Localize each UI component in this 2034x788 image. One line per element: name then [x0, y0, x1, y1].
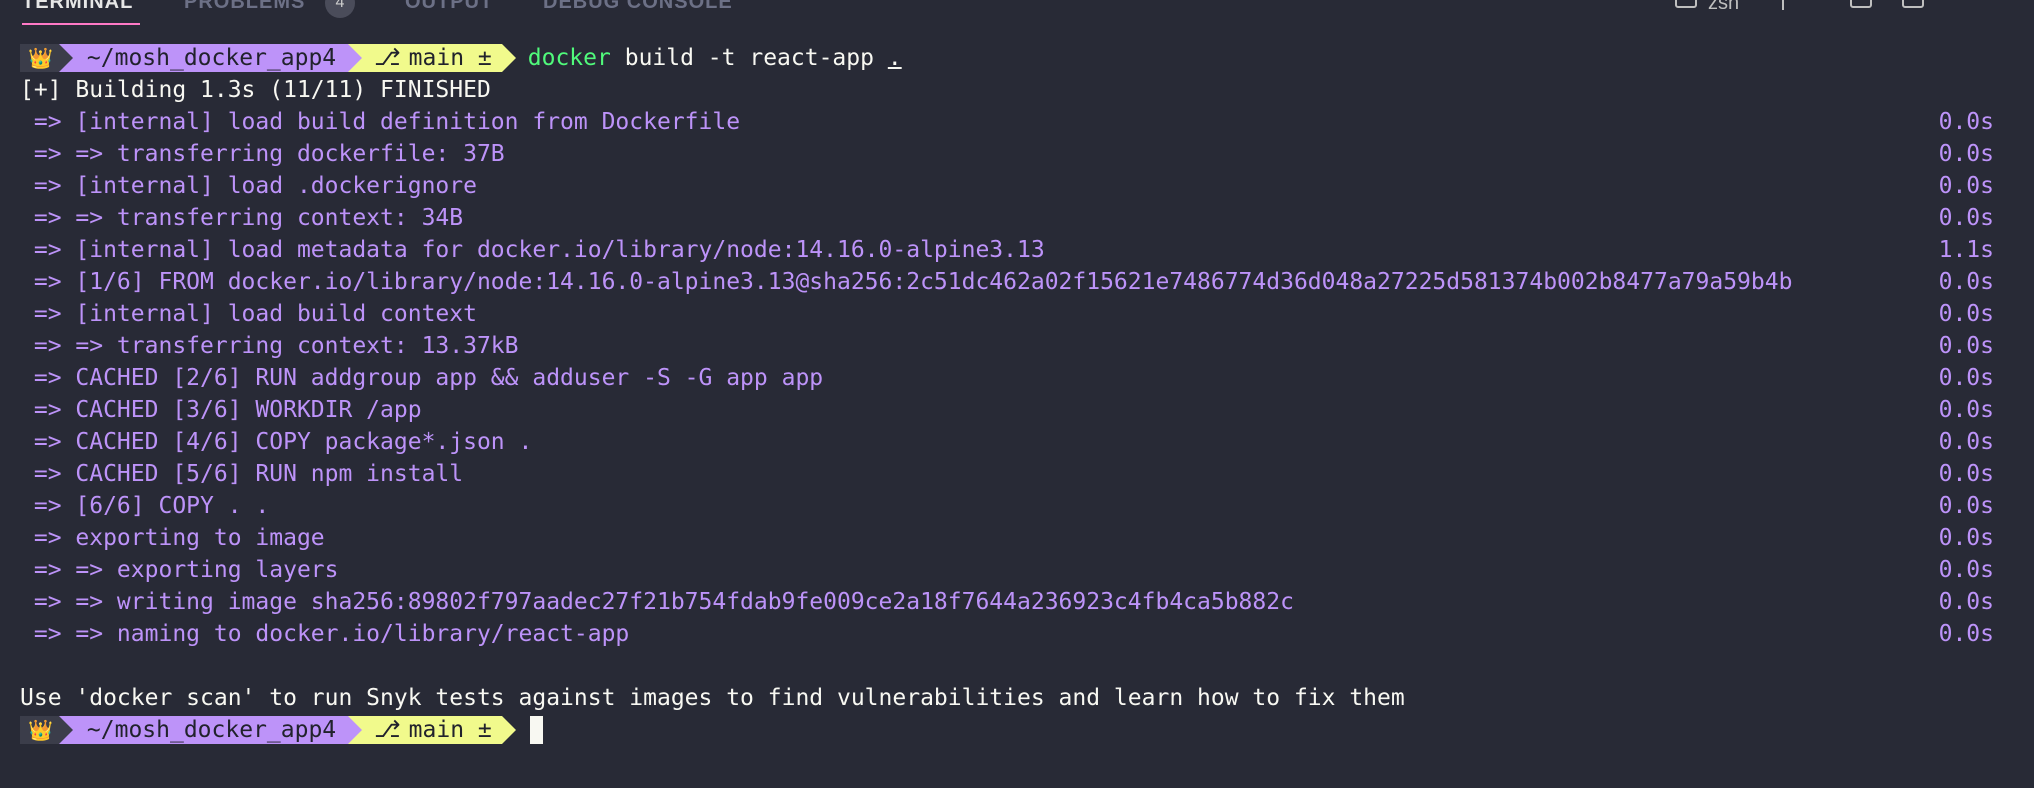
active-tab-indicator — [22, 23, 140, 25]
build-step-row: => => transferring context: 13.37kB 0.0s — [20, 330, 2014, 362]
tab-terminal[interactable]: TERMINAL — [22, 0, 133, 14]
prompt-git-segment: ⎇ main ± — [362, 44, 502, 72]
build-step-text: => [internal] load .dockerignore — [20, 173, 477, 199]
command-line: docker build -t react-app . — [528, 45, 902, 71]
build-step-row: => [internal] load metadata for docker.i… — [20, 234, 2014, 266]
prompt-separator-icon — [348, 44, 363, 72]
build-step-row: => [internal] load build context 0.0s — [20, 298, 2014, 330]
command-program: docker — [527, 45, 611, 71]
build-step-row: => => exporting layers 0.0s — [20, 554, 2014, 586]
shell-prompt: 👑 ~/mosh_docker_app4 ⎇ main ± docker bui… — [20, 42, 2014, 74]
build-step-text: => [internal] load metadata for docker.i… — [20, 237, 1045, 263]
build-step-duration: 0.0s — [1938, 333, 1994, 359]
build-step-duration: 0.0s — [1938, 109, 1994, 135]
build-step-row: => CACHED [3/6] WORKDIR /app 0.0s — [20, 394, 2014, 426]
build-step-text: => CACHED [5/6] RUN npm install — [20, 461, 464, 487]
prompt-git-segment: ⎇ main ± — [362, 716, 502, 744]
build-step-text: => => transferring dockerfile: 37B — [20, 141, 505, 167]
build-step-row: => [1/6] FROM docker.io/library/node:14.… — [20, 266, 2014, 298]
tab-debug-console[interactable]: DEBUG CONSOLE — [543, 0, 733, 14]
build-step-text: => exporting to image — [20, 525, 325, 551]
shell-prompt-current: 👑 ~/mosh_docker_app4 ⎇ main ± — [20, 714, 2014, 746]
build-step-text: => [1/6] FROM docker.io/library/node:14.… — [20, 269, 1793, 295]
kill-terminal-icon[interactable] — [1902, 0, 1924, 8]
build-step-text: => => transferring context: 34B — [20, 205, 464, 231]
build-step-row: => => transferring context: 34B 0.0s — [20, 202, 2014, 234]
prompt-path: ~/mosh_docker_app4 — [72, 716, 349, 744]
build-step-duration: 0.0s — [1938, 365, 1994, 391]
crown-icon: 👑 — [20, 716, 59, 744]
build-step-text: => [internal] load build definition from… — [20, 109, 741, 135]
build-step-row: => => writing image sha256:89802f797aade… — [20, 586, 2014, 618]
git-branch-icon: ⎇ — [374, 717, 401, 743]
build-step-duration: 0.0s — [1938, 557, 1994, 583]
build-step-duration: 0.0s — [1938, 301, 1994, 327]
build-step-row: => [internal] load build definition from… — [20, 106, 2014, 138]
build-step-row: => [internal] load .dockerignore 0.0s — [20, 170, 2014, 202]
terminal-output[interactable]: 👑 ~/mosh_docker_app4 ⎇ main ± docker bui… — [20, 42, 2014, 746]
build-step-duration: 0.0s — [1938, 173, 1994, 199]
prompt-git-branch: main ± — [408, 45, 492, 71]
build-step-text: => => naming to docker.io/library/react-… — [20, 621, 630, 647]
git-branch-icon: ⎇ — [374, 45, 401, 71]
build-step-row: => exporting to image 0.0s — [20, 522, 2014, 554]
build-step-text: => => writing image sha256:89802f797aade… — [20, 589, 1294, 615]
prompt-path: ~/mosh_docker_app4 — [72, 44, 349, 72]
build-step-row: => CACHED [2/6] RUN addgroup app && addu… — [20, 362, 2014, 394]
crown-icon: 👑 — [20, 44, 59, 72]
build-step-text: => => exporting layers — [20, 557, 339, 583]
build-step-duration: 0.0s — [1938, 269, 1994, 295]
build-step-duration: 0.0s — [1938, 429, 1994, 455]
prompt-separator-icon — [58, 716, 73, 744]
prompt-end-arrow-icon — [501, 716, 516, 744]
build-header: [+] Building 1.3s (11/11) FINISHED — [20, 77, 491, 103]
split-terminal-icon[interactable] — [1850, 0, 1872, 8]
prompt-separator-icon — [58, 44, 73, 72]
build-step-duration: 0.0s — [1938, 205, 1994, 231]
command-args: build -t react-app — [624, 45, 874, 71]
build-step-text: => => transferring context: 13.37kB — [20, 333, 519, 359]
command-context-dot: . — [887, 45, 902, 71]
build-step-duration: 0.0s — [1938, 589, 1994, 615]
build-step-text: => [internal] load build context — [20, 301, 477, 327]
build-step-row: => CACHED [5/6] RUN npm install 0.0s — [20, 458, 2014, 490]
toolbar-divider — [1782, 0, 1784, 10]
build-step-row: => => transferring dockerfile: 37B 0.0s — [20, 138, 2014, 170]
build-step-duration: 0.0s — [1938, 397, 1994, 423]
problems-count-badge: 4 — [325, 0, 355, 18]
build-step-duration: 0.0s — [1938, 141, 1994, 167]
prompt-end-arrow-icon — [501, 44, 516, 72]
panel-tab-bar: TERMINAL PROBLEMS 4 OUTPUT DEBUG CONSOLE… — [0, 0, 2034, 28]
build-step-duration: 0.0s — [1938, 621, 1994, 647]
build-step-row: => CACHED [4/6] COPY package*.json . 0.0s — [20, 426, 2014, 458]
build-step-text: => CACHED [3/6] WORKDIR /app — [20, 397, 422, 423]
build-step-duration: 0.0s — [1938, 461, 1994, 487]
shell-selector-label[interactable]: zsh — [1708, 0, 1739, 15]
terminal-cursor[interactable] — [529, 716, 543, 744]
new-terminal-icon[interactable] — [1675, 0, 1697, 8]
prompt-git-branch: main ± — [408, 717, 492, 743]
build-step-text: => CACHED [2/6] RUN addgroup app && addu… — [20, 365, 824, 391]
build-step-row: => [6/6] COPY . . 0.0s — [20, 490, 2014, 522]
build-step-duration: 0.0s — [1938, 493, 1994, 519]
build-step-text: => CACHED [4/6] COPY package*.json . — [20, 429, 533, 455]
build-step-row: => => naming to docker.io/library/react-… — [20, 618, 2014, 650]
prompt-separator-icon — [348, 716, 363, 744]
build-step-duration: 1.1s — [1938, 237, 1994, 263]
build-steps-list: => [internal] load build definition from… — [20, 106, 2014, 650]
build-step-text: => [6/6] COPY . . — [20, 493, 270, 519]
tab-problems[interactable]: PROBLEMS — [184, 0, 305, 14]
build-step-duration: 0.0s — [1938, 525, 1994, 551]
footer-message: Use 'docker scan' to run Snyk tests agai… — [20, 685, 1405, 711]
tab-output[interactable]: OUTPUT — [405, 0, 493, 14]
